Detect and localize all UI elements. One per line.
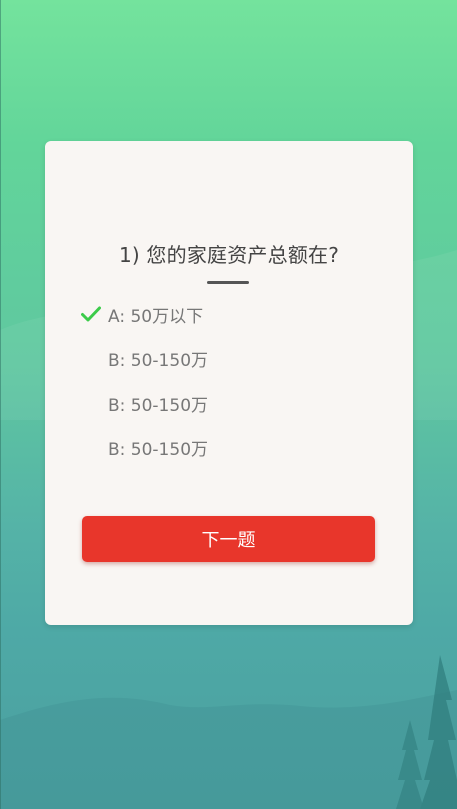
option-c[interactable]: B: 50-150万 <box>81 389 371 417</box>
option-label: B: 50-150万 <box>108 395 209 416</box>
question-title: 1) 您的家庭资产总额在? <box>118 243 340 267</box>
question-card: 1) 您的家庭资产总额在? A: 50万以下 B: 50-150万 B: 50-… <box>45 141 413 625</box>
checkmark-icon <box>81 300 108 328</box>
title-underline <box>207 281 249 284</box>
option-label: B: 50-150万 <box>108 439 209 460</box>
option-label: A: 50万以下 <box>108 306 204 327</box>
option-a[interactable]: A: 50万以下 <box>81 300 371 328</box>
option-label: B: 50-150万 <box>108 350 209 371</box>
option-b[interactable]: B: 50-150万 <box>81 344 371 372</box>
option-d[interactable]: B: 50-150万 <box>81 433 371 461</box>
next-question-button[interactable]: 下一题 <box>82 516 375 562</box>
